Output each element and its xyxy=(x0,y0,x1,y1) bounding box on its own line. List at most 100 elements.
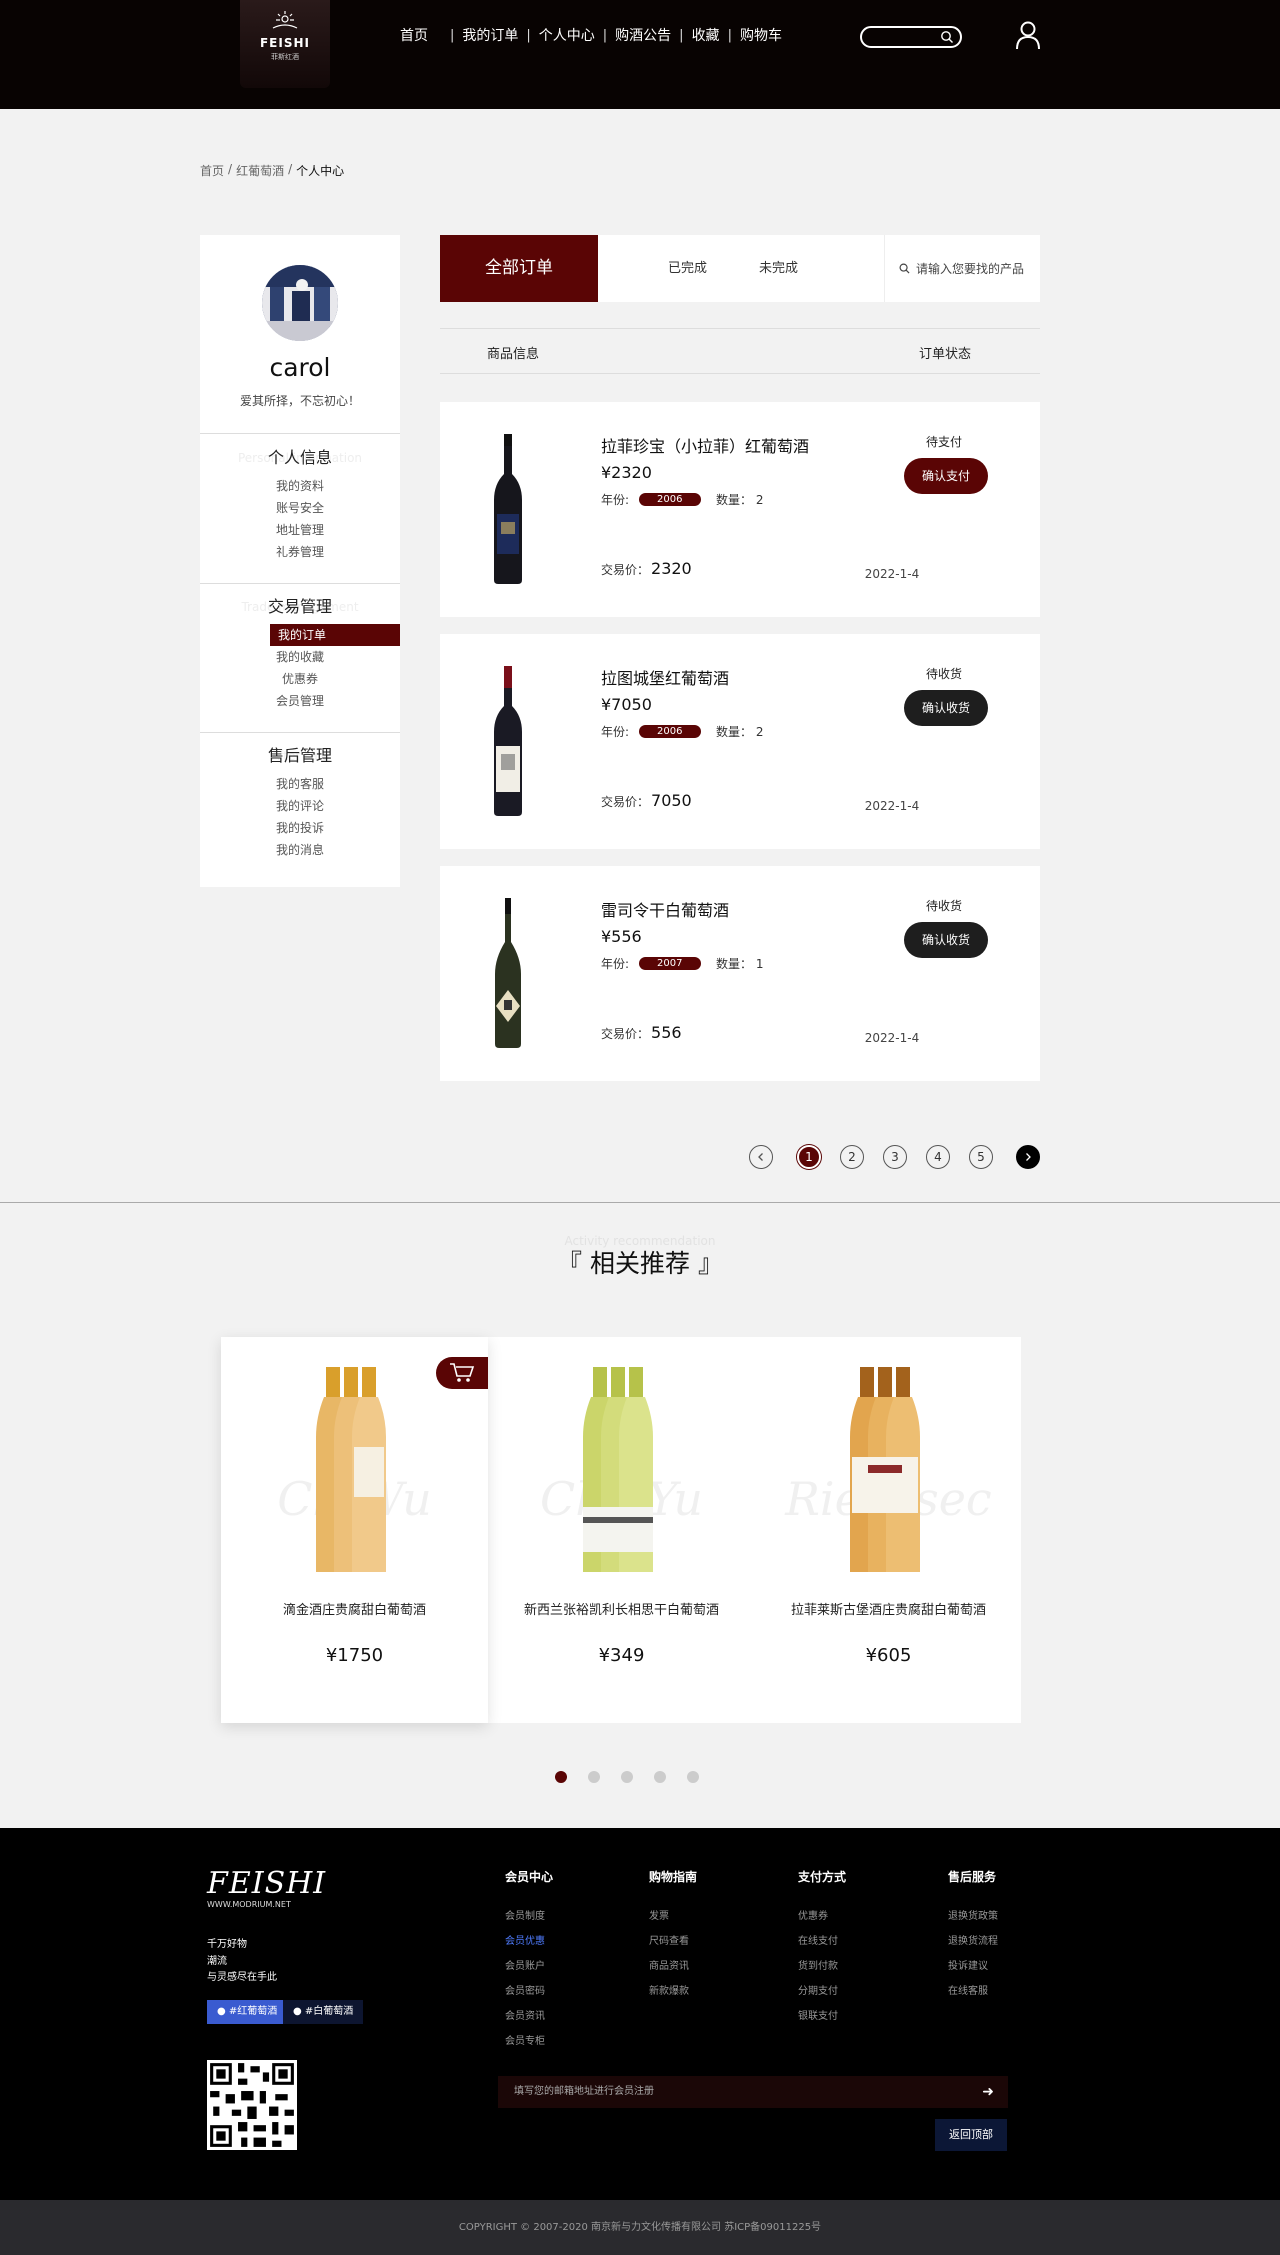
order-status: 待支付 xyxy=(925,435,962,449)
nav-home[interactable]: 首页 xyxy=(392,25,436,45)
breadcrumb-red-wine[interactable]: 红葡萄酒 xyxy=(236,162,284,179)
product-name[interactable]: 滴金酒庄贵腐甜白葡萄酒 xyxy=(221,1599,488,1618)
sidebar-item-my-reviews[interactable]: 我的评论 xyxy=(200,795,400,817)
sidebar-item-customer-service[interactable]: 我的客服 xyxy=(200,773,400,795)
sidebar-item-my-orders[interactable]: 我的订单 xyxy=(270,624,400,646)
back-to-top-button[interactable]: 返回顶部 xyxy=(935,2119,1007,2151)
footer-link[interactable]: 发票 xyxy=(649,1910,697,1935)
sidebar-item-membership[interactable]: 会员管理 xyxy=(200,690,400,712)
page-3[interactable]: 3 xyxy=(883,1145,907,1169)
sidebar-item-my-favorites[interactable]: 我的收藏 xyxy=(200,646,400,668)
page-2[interactable]: 2 xyxy=(840,1145,864,1169)
product-name[interactable]: 拉图城堡红葡萄酒 xyxy=(601,665,729,689)
username: carol xyxy=(269,353,331,382)
footer-link[interactable]: 退换货流程 xyxy=(948,1935,998,1960)
wine-bottle-image xyxy=(494,434,522,584)
email-signup-input[interactable]: 填写您的邮箱地址进行会员注册 ➜ xyxy=(498,2076,1008,2108)
carousel-dot[interactable] xyxy=(687,1771,699,1783)
product-name[interactable]: 新西兰张裕凯利长相思干白葡萄酒 xyxy=(488,1599,755,1618)
sidebar-item-my-complaints[interactable]: 我的投诉 xyxy=(200,817,400,839)
brand-logo[interactable]: FEISHI 菲斯红酒 xyxy=(240,0,330,88)
nav-cart[interactable]: 购物车 xyxy=(732,25,790,45)
footer-link[interactable]: 分期支付 xyxy=(798,1985,846,2010)
next-page-button[interactable] xyxy=(1016,1145,1040,1169)
footer-link[interactable]: 会员优惠 xyxy=(505,1935,553,1960)
sidebar-item-account-security[interactable]: 账号安全 xyxy=(200,497,400,519)
column-product-info: 商品信息 xyxy=(487,347,540,362)
breadcrumb-home[interactable]: 首页 xyxy=(200,162,224,179)
search-icon[interactable] xyxy=(940,30,954,44)
deal-price: 交易价： 7050 xyxy=(601,791,692,810)
avatar-image xyxy=(262,265,338,341)
confirm-payment-button[interactable]: 确认支付 xyxy=(904,458,988,494)
footer-link[interactable]: 投诉建议 xyxy=(948,1960,998,1985)
footer-slogan: 潮流 xyxy=(207,1956,227,1967)
footer-link[interactable]: 会员密码 xyxy=(505,1985,553,2010)
sidebar-item-coupons[interactable]: 优惠券 xyxy=(200,668,400,690)
add-to-cart-button[interactable] xyxy=(436,1357,488,1389)
product-name[interactable]: 雷司令干白葡萄酒 xyxy=(601,897,729,921)
footer-link[interactable]: 优惠券 xyxy=(798,1910,846,1935)
footer-logo: FEISHI xyxy=(207,1866,327,1901)
footer-link[interactable]: 尺码查看 xyxy=(649,1935,697,1960)
footer-link[interactable]: 会员账户 xyxy=(505,1960,553,1985)
copyright: COPYRIGHT © 2007-2020 南京新与力文化传播有限公司 苏ICP… xyxy=(0,2200,1280,2255)
nav-personal-center[interactable]: 个人中心 xyxy=(531,25,603,45)
carousel-dot[interactable] xyxy=(654,1771,666,1783)
footer-link[interactable]: 退换货政策 xyxy=(948,1910,998,1935)
sidebar-item-my-messages[interactable]: 我的消息 xyxy=(200,839,400,861)
group-after-sale: After sale 售后管理 我的客服 我的评论 我的投诉 我的消息 xyxy=(200,745,400,861)
tag-red-wine[interactable]: ● #红葡萄酒 xyxy=(207,2000,288,2024)
order-tabs: 全部订单 已完成 未完成 请输入您要找的产品 xyxy=(440,235,1040,302)
confirm-receipt-button[interactable]: 确认收货 xyxy=(904,922,988,958)
footer-link[interactable]: 会员制度 xyxy=(505,1910,553,1935)
nav-my-orders[interactable]: 我的订单 xyxy=(454,25,526,45)
footer-link[interactable]: 在线支付 xyxy=(798,1935,846,1960)
product-search-input[interactable]: 请输入您要找的产品 xyxy=(884,235,1040,302)
footer: FEISHI WWW.MODRIUM.NET 千万好物 潮流 与灵感尽在手此 ●… xyxy=(0,1828,1280,2200)
recommend-card[interactable]: Rieussec 拉菲莱斯古堡酒庄贵腐甜白葡萄酒 ¥605 xyxy=(755,1337,1022,1723)
prev-page-button[interactable] xyxy=(749,1145,773,1169)
product-year: 年份: 2006 xyxy=(601,491,701,508)
page-1[interactable]: 1 xyxy=(797,1145,821,1169)
nav-favorites[interactable]: 收藏 xyxy=(684,25,728,45)
carousel-dot[interactable] xyxy=(588,1771,600,1783)
tab-completed[interactable]: 已完成 xyxy=(668,235,707,302)
sidebar-item-coupons-gift[interactable]: 礼券管理 xyxy=(200,541,400,563)
tag-white-wine[interactable]: ● #白葡萄酒 xyxy=(283,2000,364,2024)
tab-uncompleted[interactable]: 未完成 xyxy=(759,235,798,302)
avatar[interactable] xyxy=(262,265,338,341)
footer-link[interactable]: 货到付款 xyxy=(798,1960,846,1985)
chevron-left-icon xyxy=(758,1153,763,1161)
user-icon[interactable] xyxy=(1015,20,1041,50)
nav-announcement[interactable]: 购酒公告 xyxy=(607,25,679,45)
recommend-card[interactable]: ChiWu 滴金酒庄贵腐甜白葡萄酒 ¥1750 xyxy=(221,1337,488,1723)
order-date: 2022-1-4 xyxy=(864,1031,920,1045)
product-name[interactable]: 拉菲珍宝（小拉菲）红葡萄酒 xyxy=(601,433,809,457)
sidebar-item-address[interactable]: 地址管理 xyxy=(200,519,400,541)
footer-link[interactable]: 会员专柜 xyxy=(505,2035,553,2060)
order-status: 待收货 xyxy=(925,667,962,681)
carousel-dot[interactable] xyxy=(555,1771,567,1783)
footer-link[interactable]: 银联支付 xyxy=(798,2010,846,2035)
product-price: ¥1750 xyxy=(325,1645,384,1666)
confirm-receipt-button[interactable]: 确认收货 xyxy=(904,690,988,726)
divider xyxy=(200,433,400,434)
footer-link[interactable]: 商品资讯 xyxy=(649,1960,697,1985)
product-quantity: 数量： 2 xyxy=(716,493,764,507)
arrow-right-icon[interactable]: ➜ xyxy=(982,2076,994,2108)
page-4[interactable]: 4 xyxy=(926,1145,950,1169)
sidebar-item-my-profile[interactable]: 我的资料 xyxy=(200,475,400,497)
footer-link[interactable]: 新款爆款 xyxy=(649,1985,697,2010)
recommend-card[interactable]: ChiaYu 新西兰张裕凯利长相思干白葡萄酒 ¥349 xyxy=(488,1337,755,1723)
main-nav: 首页 | 我的订单 | 个人中心 | 购酒公告 | 收藏 | 购物车 xyxy=(392,24,790,46)
footer-link[interactable]: 会员资讯 xyxy=(505,2010,553,2035)
recommend-title: 『 相关推荐 』 xyxy=(557,1249,723,1278)
header-search-input[interactable] xyxy=(860,26,962,48)
footer-link[interactable]: 在线客服 xyxy=(948,1985,998,2010)
product-name[interactable]: 拉菲莱斯古堡酒庄贵腐甜白葡萄酒 xyxy=(755,1599,1022,1618)
tab-all-orders[interactable]: 全部订单 xyxy=(440,235,598,302)
footer-site-url: WWW.MODRIUM.NET xyxy=(207,1900,291,1909)
page-5[interactable]: 5 xyxy=(969,1145,993,1169)
carousel-dot[interactable] xyxy=(621,1771,633,1783)
